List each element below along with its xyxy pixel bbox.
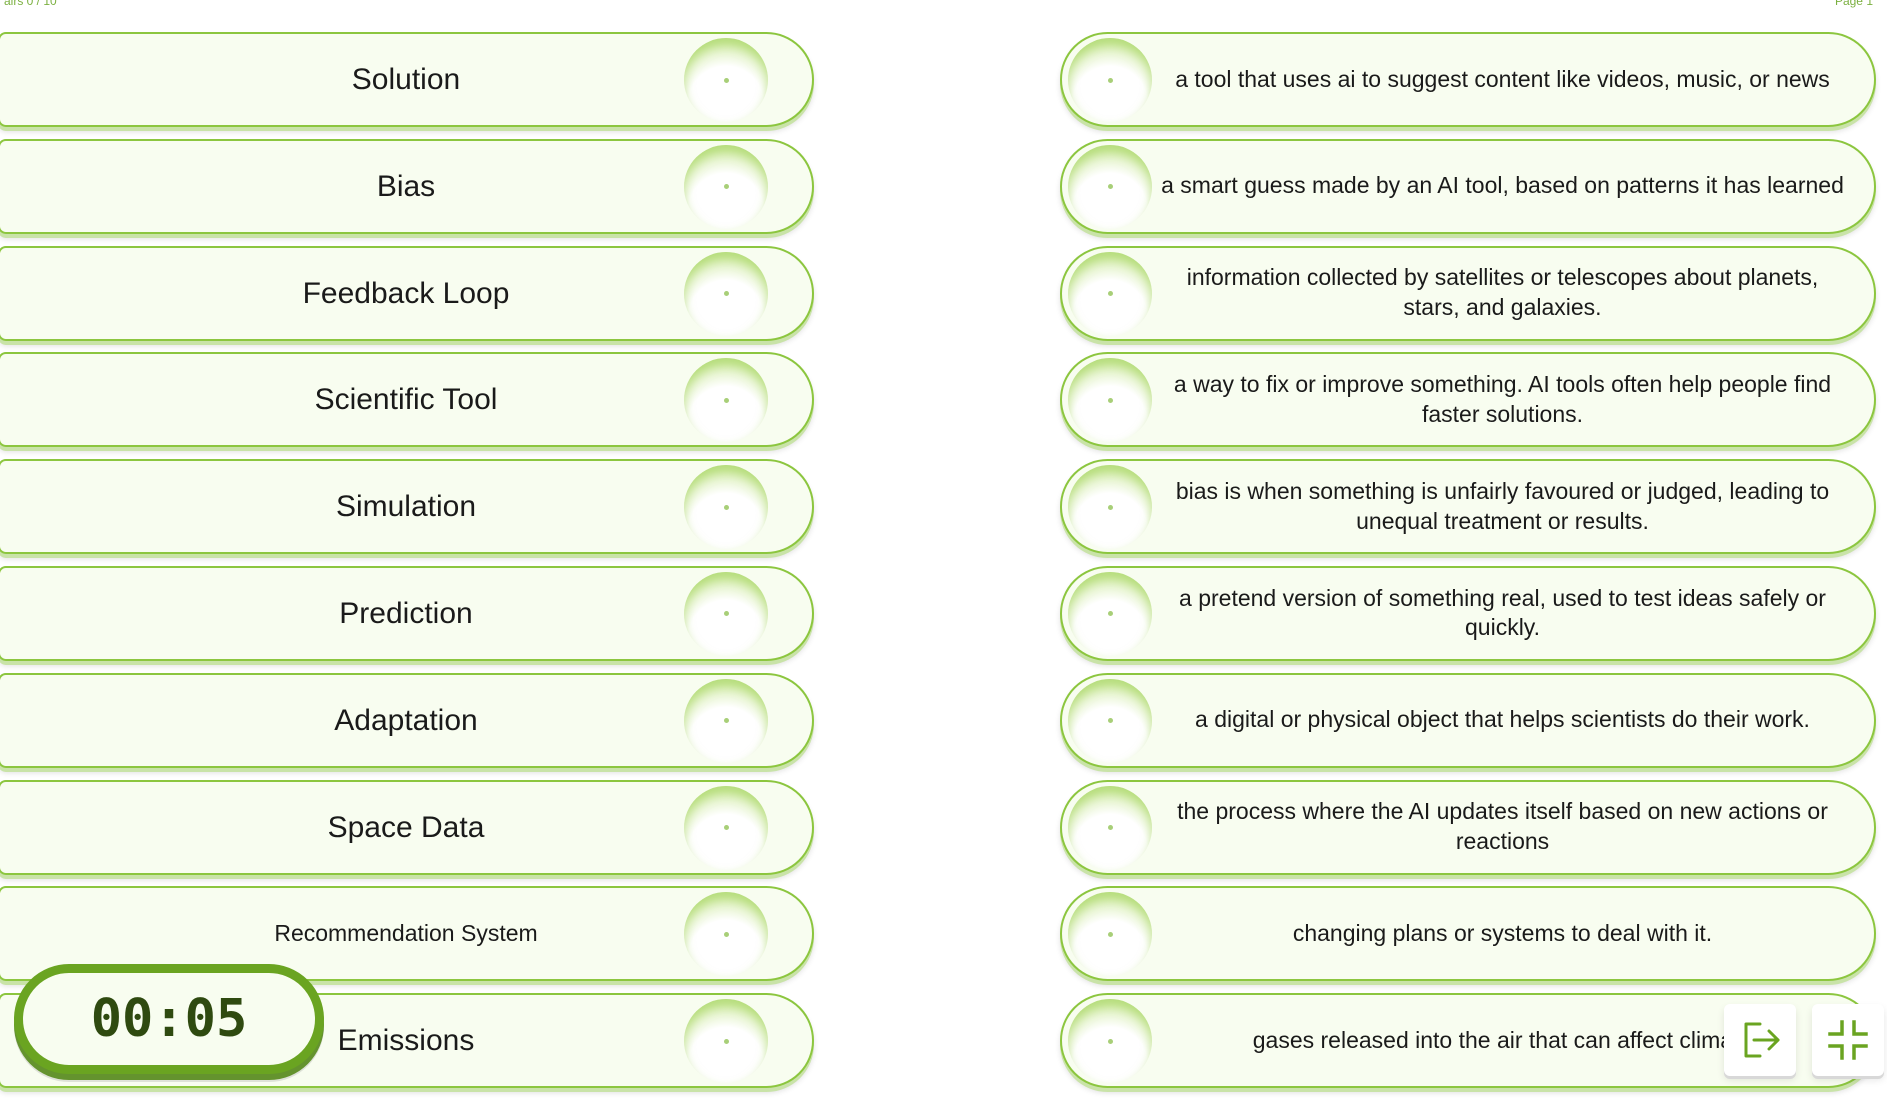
- definition-text: bias is when something is unfairly favou…: [1175, 477, 1830, 534]
- connector-knob[interactable]: [1068, 678, 1152, 763]
- term-label: Adaptation: [334, 703, 478, 737]
- connector-dot: [723, 611, 729, 617]
- connector-dot: [723, 397, 729, 403]
- connector-dot: [1107, 718, 1113, 724]
- connector-knob[interactable]: [684, 358, 768, 443]
- term-card[interactable]: Feedback Loop: [0, 245, 814, 341]
- exit-fullscreen-button[interactable]: [1812, 1004, 1884, 1076]
- connector-knob[interactable]: [684, 678, 768, 763]
- connector-knob[interactable]: [1068, 571, 1152, 656]
- connector-knob[interactable]: [684, 38, 768, 122]
- definition-card[interactable]: information collected by satellites or t…: [1060, 245, 1876, 341]
- connector-dot: [1107, 291, 1113, 297]
- term-card[interactable]: Scientific Tool: [0, 352, 814, 448]
- connector-knob[interactable]: [1068, 465, 1152, 550]
- definitions-column: a tool that uses ai to suggest content l…: [1060, 32, 1876, 1100]
- term-label: Recommendation System: [274, 919, 538, 946]
- term-card[interactable]: Simulation: [0, 459, 814, 555]
- definition-text: a way to fix or improve something. AI to…: [1173, 371, 1832, 427]
- connector-dot: [723, 77, 729, 83]
- exit-button[interactable]: [1724, 1004, 1796, 1076]
- connector-knob[interactable]: [684, 892, 768, 977]
- connector-dot: [723, 184, 729, 190]
- definition-card[interactable]: a smart guess made by an AI tool, based …: [1060, 138, 1876, 234]
- connector-knob[interactable]: [684, 251, 768, 336]
- connector-dot: [723, 504, 729, 510]
- terms-column: Solution Bias Feedback Loop Scientific T…: [0, 32, 814, 1100]
- connector-knob[interactable]: [1068, 144, 1152, 229]
- term-label: Prediction: [339, 596, 473, 630]
- term-label: Solution: [351, 63, 461, 96]
- definition-card[interactable]: a tool that uses ai to suggest content l…: [1060, 32, 1876, 127]
- definition-card[interactable]: the process where the AI updates itself …: [1060, 779, 1876, 875]
- connector-dot: [1107, 1038, 1113, 1044]
- connector-dot: [723, 291, 729, 297]
- term-label: Feedback Loop: [302, 276, 510, 310]
- term-card[interactable]: Adaptation: [0, 672, 814, 768]
- exit-icon: [1744, 1022, 1780, 1058]
- connector-knob[interactable]: [1068, 785, 1152, 870]
- term-label: Simulation: [335, 490, 477, 524]
- connector-knob[interactable]: [684, 144, 768, 229]
- countdown-timer: 00:05: [14, 964, 324, 1074]
- connector-knob[interactable]: [684, 571, 768, 656]
- connector-dot: [723, 1038, 729, 1044]
- connector-dot: [1107, 184, 1113, 190]
- connector-knob[interactable]: [1068, 999, 1152, 1084]
- definition-card[interactable]: a way to fix or improve something. AI to…: [1060, 352, 1876, 448]
- term-card[interactable]: Solution: [0, 32, 814, 127]
- definition-text: a digital or physical object that helps …: [1195, 706, 1810, 733]
- page-indicator: Page 1: [1834, 0, 1873, 8]
- term-card[interactable]: Prediction: [0, 565, 814, 661]
- term-label: Space Data: [327, 810, 485, 844]
- connector-knob[interactable]: [1068, 251, 1152, 336]
- definition-text: a pretend version of something real, use…: [1179, 584, 1826, 641]
- definition-text: the process where the AI updates itself …: [1177, 798, 1828, 855]
- connector-dot: [1107, 504, 1113, 510]
- definition-text: changing plans or systems to deal with i…: [1292, 919, 1713, 946]
- definition-card[interactable]: a pretend version of something real, use…: [1060, 565, 1876, 661]
- term-label: Bias: [376, 169, 436, 203]
- pairs-counter: airs 0 / 10: [4, 0, 57, 8]
- term-card[interactable]: Space Data: [0, 779, 814, 875]
- connector-knob[interactable]: [684, 465, 768, 550]
- exit-fullscreen-icon: [1828, 1020, 1868, 1060]
- connector-dot: [1107, 931, 1113, 937]
- connector-knob[interactable]: [1068, 38, 1152, 122]
- connector-knob[interactable]: [1068, 892, 1152, 977]
- definition-card[interactable]: a digital or physical object that helps …: [1060, 672, 1876, 768]
- definition-text: information collected by satellites or t…: [1186, 264, 1819, 321]
- connector-dot: [723, 825, 729, 831]
- definition-text: a smart guess made by an AI tool, based …: [1161, 172, 1844, 199]
- connector-dot: [1107, 611, 1113, 617]
- definition-card[interactable]: bias is when something is unfairly favou…: [1060, 459, 1876, 555]
- connector-knob[interactable]: [1068, 358, 1152, 443]
- connector-knob[interactable]: [684, 999, 768, 1084]
- connector-knob[interactable]: [684, 785, 768, 870]
- connector-dot: [1107, 397, 1113, 403]
- connector-dot: [723, 931, 729, 937]
- connector-dot: [723, 718, 729, 724]
- term-card[interactable]: Bias: [0, 138, 814, 234]
- definition-text: a tool that uses ai to suggest content l…: [1175, 65, 1830, 92]
- definition-card[interactable]: changing plans or systems to deal with i…: [1060, 886, 1876, 982]
- connector-dot: [1107, 77, 1113, 83]
- connector-dot: [1107, 825, 1113, 831]
- term-label: Scientific Tool: [314, 383, 498, 417]
